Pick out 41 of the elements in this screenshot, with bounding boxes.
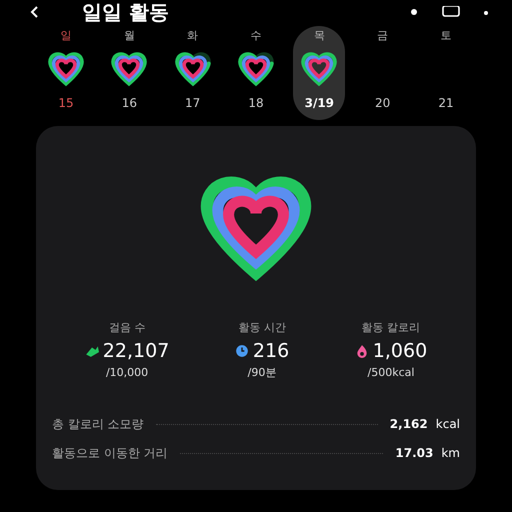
stat-label: 활동 칼로리 <box>362 320 420 336</box>
date-label: 17 <box>185 95 200 112</box>
stat-label: 걸음 수 <box>108 320 146 336</box>
date-label: 16 <box>122 95 137 112</box>
day-tab[interactable]: 수 18 <box>230 26 282 120</box>
stat-label: 활동 시간 <box>238 320 286 336</box>
weekday-label: 화 <box>187 28 198 44</box>
calendar-icon[interactable] <box>442 6 460 18</box>
detail-label: 활동으로 이동한 거리 <box>52 445 168 462</box>
back-icon[interactable] <box>30 6 38 18</box>
weekday-label: 월 <box>124 28 135 44</box>
day-tab[interactable]: 목 3/19 <box>293 26 346 120</box>
date-label: 3/19 <box>304 95 334 112</box>
detail-value: 2,162 <box>390 416 428 433</box>
day-tab[interactable]: 일 15 <box>40 26 92 120</box>
stat-goal: /500kcal <box>368 365 414 381</box>
detail-unit: km <box>441 445 460 462</box>
day-tab[interactable]: 화 17 <box>166 26 219 120</box>
weekday-label: 수 <box>250 28 262 44</box>
stat-goal: /10,000 <box>106 365 148 381</box>
page-title: 일일 활동 <box>82 1 169 23</box>
date-label: 20 <box>375 95 390 112</box>
stat-goal: /90분 <box>248 365 276 381</box>
weekday-label: 토 <box>440 28 452 44</box>
stat-value: 22,107 <box>102 338 170 364</box>
date-label: 21 <box>438 95 454 112</box>
weekday-label: 일 <box>60 28 72 44</box>
stat-value: 216 <box>252 338 290 364</box>
detail-value: 17.03 <box>395 445 434 462</box>
day-tab[interactable]: 금 20 <box>356 26 409 120</box>
weekday-label: 목 <box>314 28 325 44</box>
day-tab[interactable]: 토 21 <box>420 26 472 120</box>
date-label: 15 <box>58 95 74 112</box>
weekday-label: 금 <box>377 28 388 44</box>
stat-value: 1,060 <box>372 338 428 364</box>
detail-label: 총 칼로리 소모량 <box>52 416 144 433</box>
clock-icon <box>234 344 249 358</box>
flame-icon <box>354 344 369 358</box>
day-tab[interactable]: 월 16 <box>103 26 156 120</box>
detail-unit: kcal <box>436 416 460 433</box>
date-label: 18 <box>248 95 264 112</box>
